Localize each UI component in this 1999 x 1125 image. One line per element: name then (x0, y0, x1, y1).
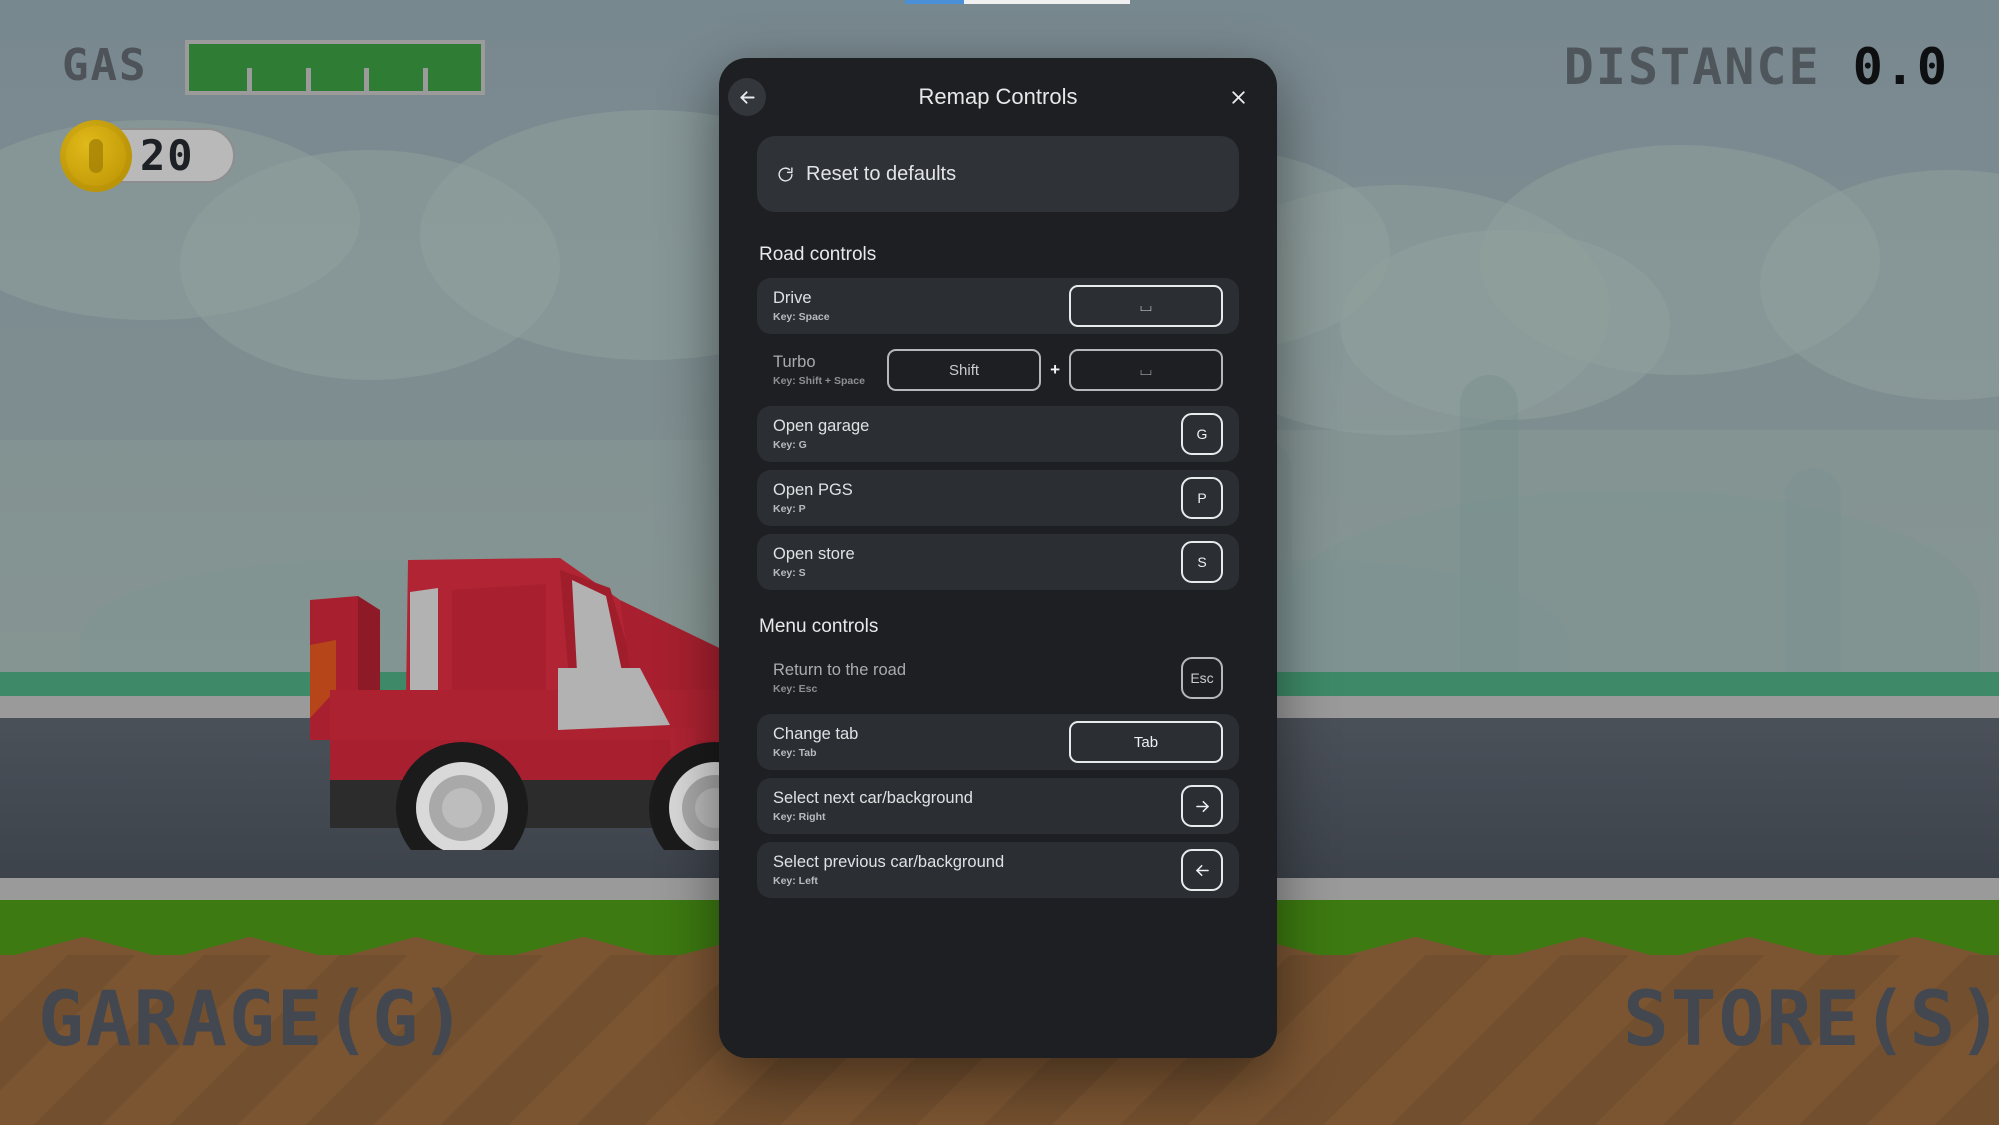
control-row[interactable]: Change tab Key: Tab Tab (757, 714, 1239, 770)
keycap-button[interactable] (1181, 785, 1223, 827)
control-row[interactable]: Select next car/background Key: Right (757, 778, 1239, 834)
dialog-header: Remap Controls (719, 58, 1277, 136)
control-current-key: Key: Tab (773, 747, 817, 760)
keycap-button[interactable]: G (1181, 413, 1223, 455)
control-action-name: Drive (773, 288, 812, 307)
keycap-label: Tab (1133, 733, 1159, 751)
section-title: Road controls (759, 244, 877, 265)
keybind-group: Esc (1181, 657, 1223, 699)
arrow-right-icon (1195, 800, 1209, 812)
control-row-labels: Open garage Key: G (773, 417, 869, 452)
control-row[interactable]: Select previous car/background Key: Left (757, 842, 1239, 898)
control-row-labels: Turbo Key: Shift + Space (773, 353, 865, 388)
control-action-name: Open garage (773, 416, 870, 435)
dialog-body: Reset to defaults Road controls Drive Key:… (719, 136, 1277, 1058)
control-current-key: Key: S (773, 567, 806, 580)
arrow-left-icon (739, 90, 755, 104)
keybind-group: Tab (1069, 721, 1223, 763)
control-action-name: Change tab (773, 724, 859, 743)
control-section: Menu controls Return to the road Key: Esc E… (757, 616, 1239, 898)
back-button[interactable] (728, 78, 766, 116)
refresh-icon (777, 166, 794, 183)
control-current-key: Key: Left (773, 875, 818, 888)
keycap-button[interactable]: Esc (1181, 657, 1223, 699)
control-current-key: Key: Shift + Space (773, 375, 865, 388)
remap-controls-dialog: Remap Controls Reset to defaults Road co… (719, 58, 1277, 1058)
control-sections: Road controls Drive Key: Space ⌴ Turbo Key: S… (757, 244, 1239, 898)
control-row-labels: Change tab Key: Tab (773, 725, 858, 760)
control-row[interactable]: Open store Key: S S (757, 534, 1239, 590)
control-row[interactable]: Open PGS Key: P P (757, 470, 1239, 526)
keycap-label: Esc (1190, 670, 1214, 686)
keycap-label: P (1197, 490, 1207, 506)
control-action-name: Open PGS (773, 480, 853, 499)
control-row-labels: Return to the road Key: Esc (773, 661, 906, 696)
control-current-key: Key: G (773, 439, 807, 452)
control-row[interactable]: Drive Key: Space ⌴ (757, 278, 1239, 334)
key-combo-plus: + (1050, 360, 1060, 379)
keybind-group: ⌴ (1069, 285, 1223, 327)
keycap-label: G (1196, 426, 1208, 442)
keybind-group: P (1181, 477, 1223, 519)
keycap-label: S (1197, 554, 1207, 570)
keybind-group: S (1181, 541, 1223, 583)
keycap-label: Shift (949, 361, 980, 379)
reset-to-defaults-button[interactable]: Reset to defaults (757, 136, 1239, 212)
control-section: Road controls Drive Key: Space ⌴ Turbo Key: S… (757, 244, 1239, 590)
keycap-button[interactable]: S (1181, 541, 1223, 583)
space-key-glyph: ⌴ (1139, 297, 1152, 315)
control-action-name: Select previous car/background (773, 852, 1005, 871)
control-row-labels: Open store Key: S (773, 545, 855, 580)
keybind-group (1181, 785, 1223, 827)
control-current-key: Key: Esc (773, 683, 818, 696)
game-screen: GAS 20 DISTANCE 0.0 TAP TO D DOUBLE TAP … (0, 0, 1999, 1125)
keycap-button[interactable]: ⌴ (1069, 349, 1223, 391)
control-current-key: Key: Space (773, 311, 830, 324)
control-row[interactable]: Open garage Key: G G (757, 406, 1239, 462)
control-row[interactable]: Turbo Key: Shift + Space Shift + ⌴ (757, 342, 1239, 398)
reset-to-defaults-label: Reset to defaults (806, 162, 957, 185)
control-current-key: Key: P (773, 503, 806, 516)
control-row-labels: Open PGS Key: P (773, 481, 853, 516)
keybind-group: G (1181, 413, 1223, 455)
close-icon (1231, 90, 1245, 104)
control-action-name: Return to the road (773, 660, 906, 679)
control-row-labels: Drive Key: Space (773, 289, 830, 324)
keycap-button[interactable] (1181, 849, 1223, 891)
keycap-button[interactable]: Shift (887, 349, 1042, 391)
control-row[interactable]: Return to the road Key: Esc Esc (757, 650, 1239, 706)
control-current-key: Key: Right (773, 811, 826, 824)
space-key-glyph: ⌴ (1139, 361, 1152, 379)
keybind-group (1181, 849, 1223, 891)
control-row-labels: Select next car/background Key: Right (773, 789, 973, 824)
control-row-labels: Select previous car/background Key: Left (773, 853, 1004, 888)
dialog-title: Remap Controls (918, 84, 1078, 109)
keybind-group: Shift + ⌴ (887, 349, 1223, 391)
control-action-name: Select next car/background (773, 788, 973, 807)
keycap-button[interactable]: P (1181, 477, 1223, 519)
control-action-name: Open store (773, 544, 855, 563)
arrow-left-icon (1195, 864, 1209, 876)
close-button[interactable] (1219, 78, 1257, 116)
section-title: Menu controls (759, 616, 879, 637)
control-action-name: Turbo (773, 352, 816, 371)
keycap-button[interactable]: Tab (1069, 721, 1223, 763)
keycap-button[interactable]: ⌴ (1069, 285, 1223, 327)
